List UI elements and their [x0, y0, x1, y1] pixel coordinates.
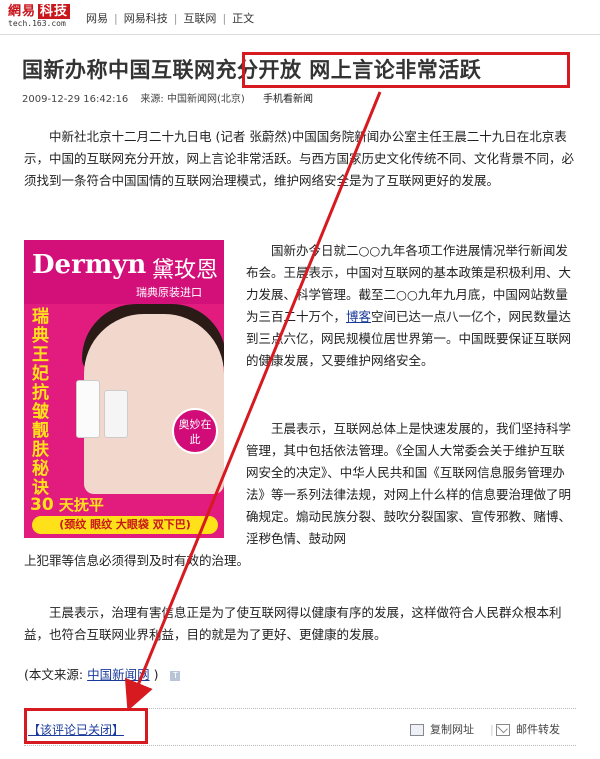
ad-brand-cn: 黛玫恩: [152, 258, 219, 283]
ad-product-bottle: [104, 390, 128, 438]
breadcrumb-separator: |: [173, 12, 178, 25]
article-meta: 2009-12-29 16:42:16 来源: 中国新闻网(北京) 手机看新闻: [22, 90, 322, 105]
ad-days: 30 天抚平: [30, 495, 104, 515]
blog-link[interactable]: 博客: [346, 309, 371, 324]
breadcrumb-separator: |: [222, 12, 227, 25]
mail-icon: [496, 724, 510, 736]
highlight-box-title: [242, 52, 570, 88]
article-paragraph-1: 中新社北京十二月二十九日电 (记者 张蔚然)中国国务院新闻办公室主任王晨二十九日…: [24, 129, 575, 188]
mobile-news-link[interactable]: 手机看新闻: [263, 94, 313, 105]
site-logo[interactable]: 網易 科技 tech.163.com: [8, 4, 78, 30]
breadcrumb-item-current: 正文: [232, 12, 255, 25]
breadcrumb-item-tech[interactable]: 网易科技: [124, 10, 168, 26]
ad-badge: 奥妙在此: [172, 408, 218, 454]
ad-vertical-text: 瑞典王妃抗皱靓肤秘诀: [32, 307, 49, 498]
article-date: 2009-12-29 16:42:16: [22, 94, 129, 105]
top-bar: 網易 科技 tech.163.com 网易 | 网易科技 | 互联网 | 正文: [0, 0, 600, 35]
copy-url-button[interactable]: 复制网址 |: [410, 721, 494, 737]
ad-brand-en: Dermyn: [32, 250, 147, 280]
breadcrumb-separator: |: [114, 12, 118, 25]
logo-brand: 網易 科技: [8, 4, 71, 19]
article-paragraph-3-cont: 上犯罪等信息必须得到及时有效的治理。: [24, 553, 250, 568]
breadcrumb: 网易 | 网易科技 | 互联网 | 正文: [86, 10, 254, 26]
ad-pill: (颈纹 眼纹 大眼袋 双下巴): [32, 516, 218, 534]
article-paragraph-4: 王晨表示，治理有害信息正是为了使互联网得以健康有序的发展，这样做符合人民群众根本…: [24, 605, 562, 642]
article-paragraph-2: 国新办今日就二○○九年各项工作进展情况举行新闻发布会。王晨表示，中国对互联网的基…: [246, 243, 572, 368]
breadcrumb-item-netease[interactable]: 网易: [86, 10, 108, 26]
mail-forward-button[interactable]: 邮件转发: [496, 721, 560, 737]
breadcrumb-item-internet[interactable]: 互联网: [183, 10, 216, 26]
copy-icon: [410, 724, 424, 736]
source-icon[interactable]: T: [170, 670, 181, 681]
ad-origin: 瑞典原装进口: [136, 286, 202, 299]
advertisement-banner[interactable]: Dermyn 黛玫恩 瑞典原装进口 瑞典王妃抗皱靓肤秘诀 奥妙在此 30 天抚平…: [24, 240, 224, 538]
source-link[interactable]: 中国新闻网: [87, 667, 150, 682]
logo-url: tech.163.com: [8, 19, 66, 28]
article-source-note: (本文来源: 中国新闻网 ) T: [24, 664, 181, 683]
ad-product-bottle: [76, 380, 100, 438]
highlight-box-comment: [24, 708, 148, 744]
article-source: 来源: 中国新闻网(北京): [140, 94, 245, 105]
article-paragraph-3: 王晨表示，互联网总体上是快速发展的，我们坚持科学管理，其中包括依法管理。《全国人…: [246, 421, 572, 546]
